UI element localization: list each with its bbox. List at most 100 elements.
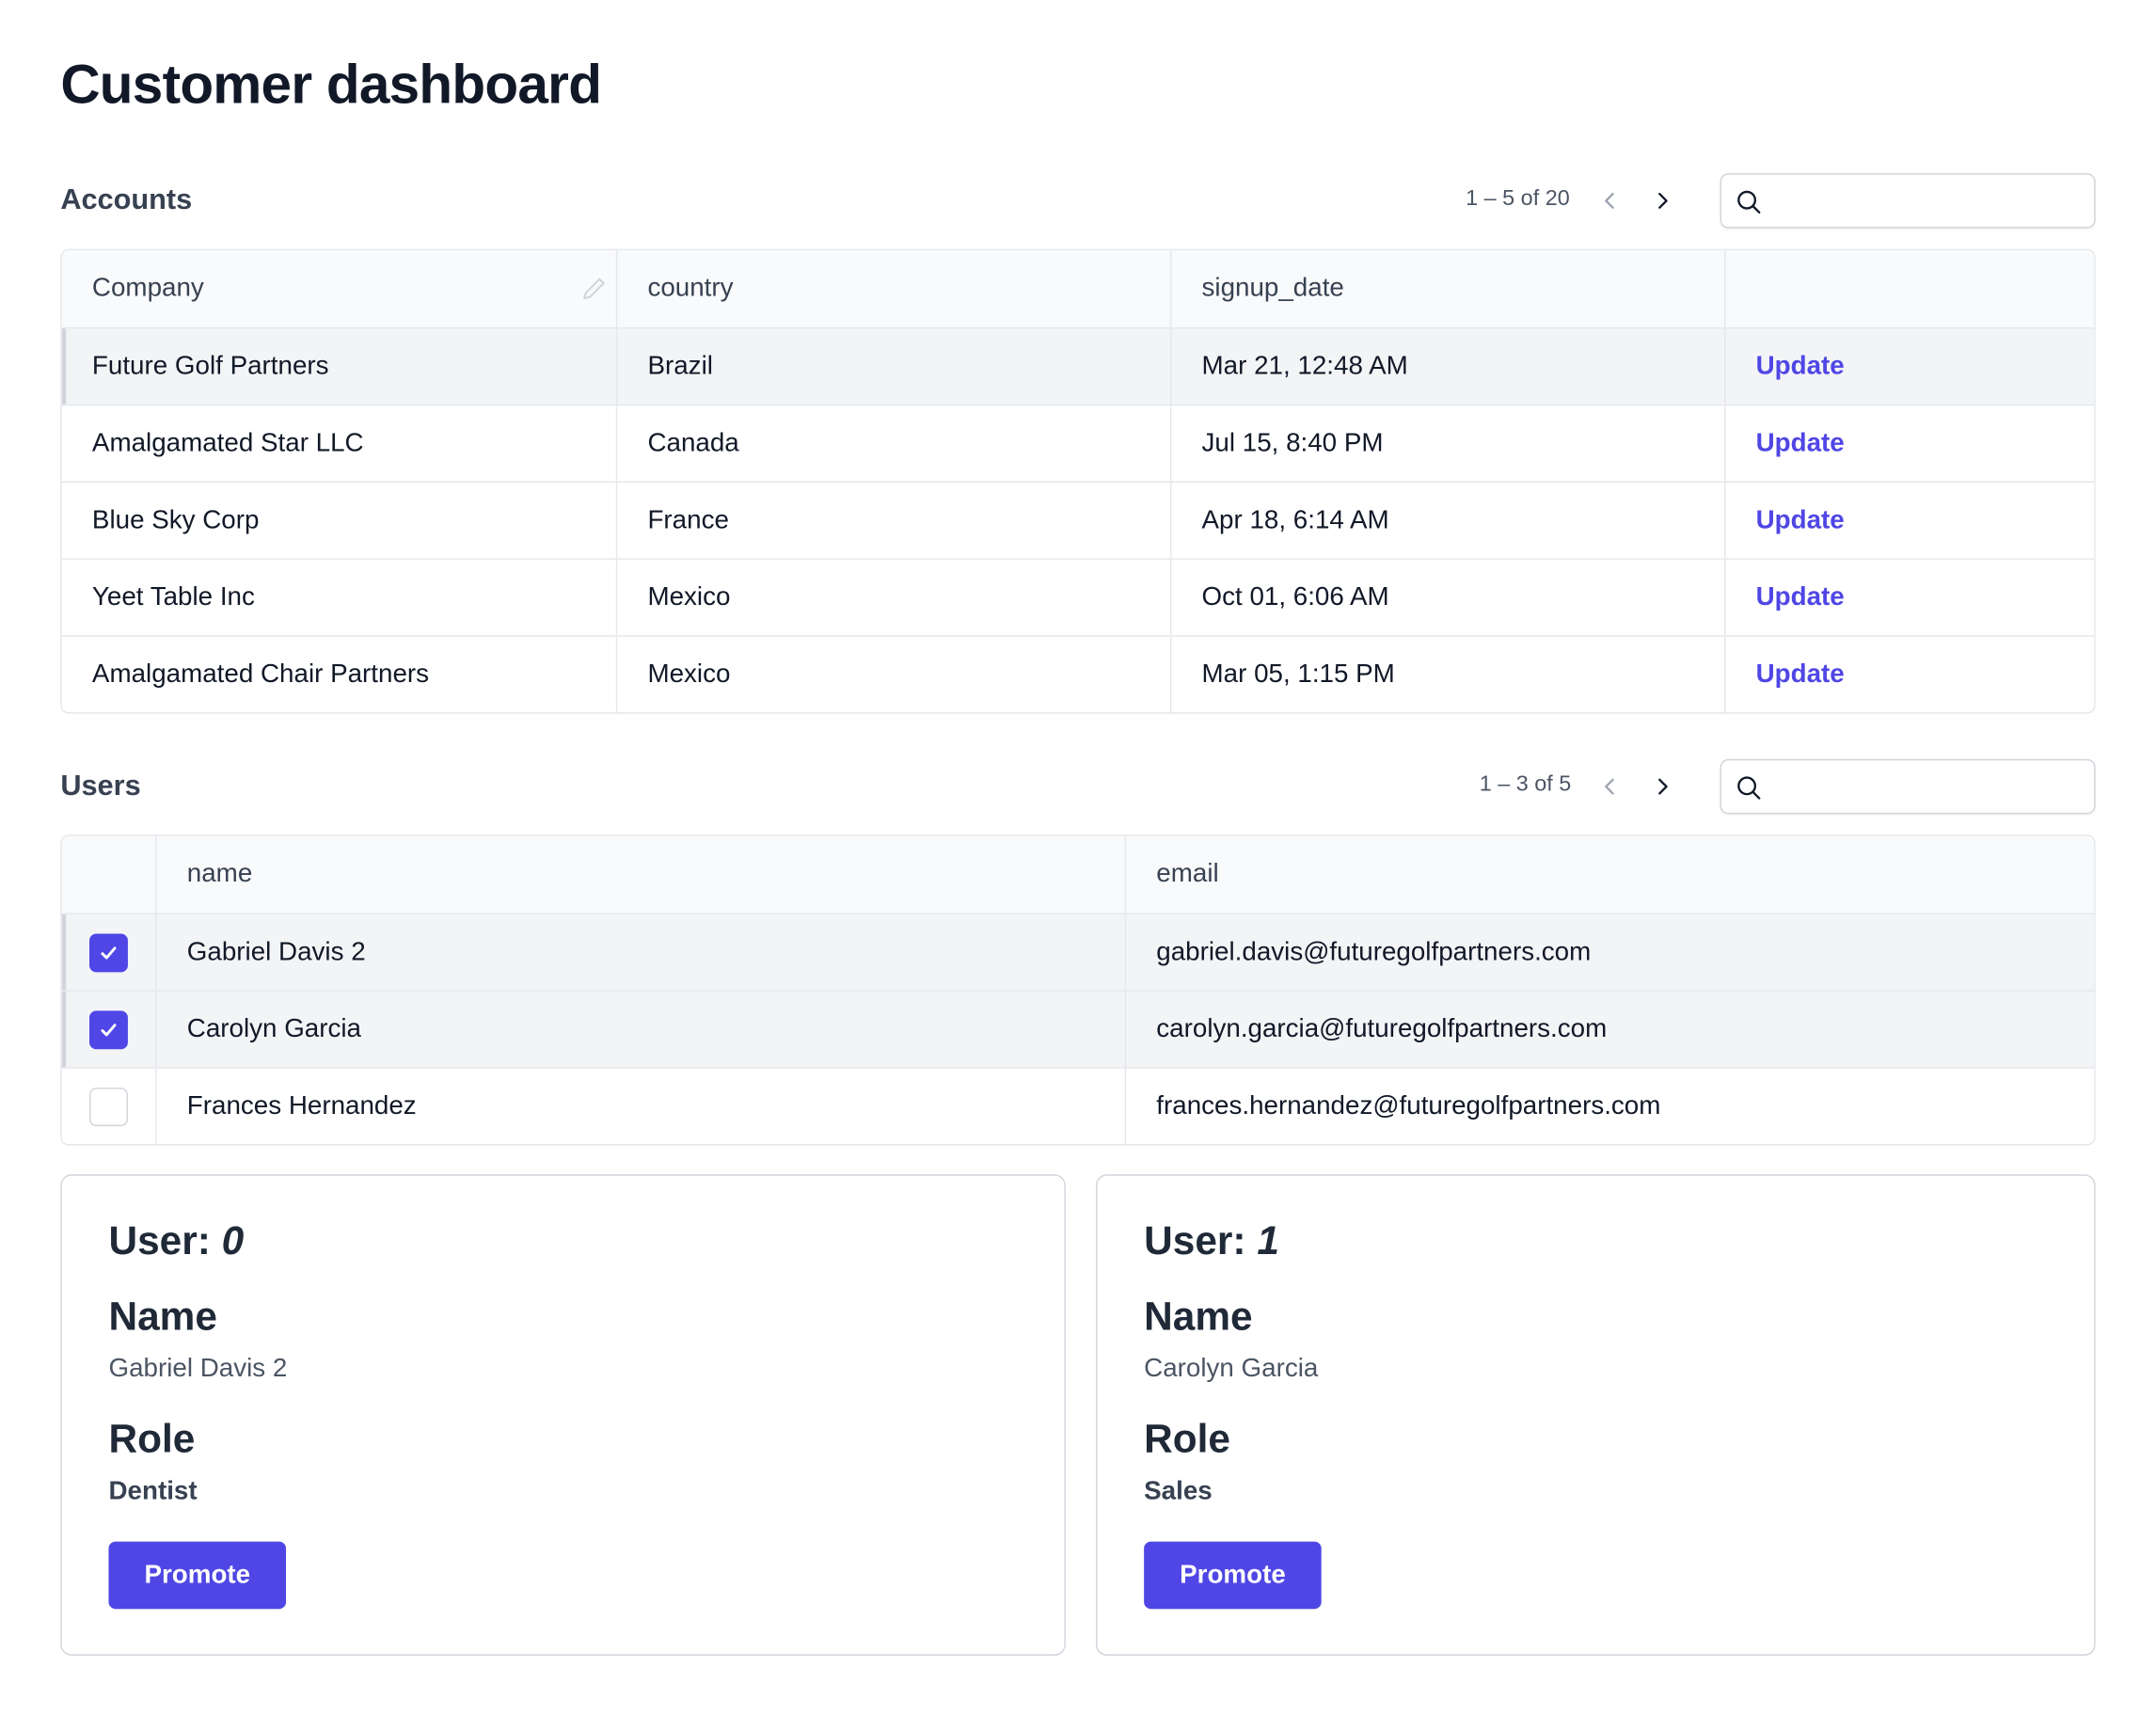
table-row[interactable]: Blue Sky Corp France Apr 18, 6:14 AM Upd… [61,481,2095,559]
column-header-name[interactable]: name [155,835,1124,914]
cell-action: Update [1723,559,2094,636]
cell-company: Amalgamated Star LLC [91,428,364,458]
column-header-label: Company [91,273,204,303]
column-header-actions [1723,250,2094,327]
cell-signup-date: Jul 15, 8:40 PM [1169,405,1724,482]
table-row[interactable]: Carolyn Garcia carolyn.garcia@futuregolf… [61,990,2095,1068]
cell-select [62,992,155,1067]
user-index: 0 [221,1219,245,1264]
row-checkbox[interactable] [89,1087,128,1126]
users-pagination: 1 – 3 of 5 [1479,772,1572,797]
update-link[interactable]: Update [1756,351,1845,381]
cell-country: Brazil [615,328,1170,405]
row-checkbox[interactable] [89,932,128,972]
check-icon [101,945,117,959]
users-table: name email Gabriel Davis 2 gabriel.davis… [60,834,2096,1146]
cell-company: Amalgamated Chair Partners [91,659,430,689]
promote-button[interactable]: Promote [1144,1541,1322,1610]
chevron-right-icon [1658,192,1668,209]
column-header-label: name [186,859,253,889]
accounts-table: Company country signup_date Future Golf … [60,248,2096,714]
search-icon [1737,776,1761,800]
check-icon [101,1023,117,1036]
cell-signup-date: Oct 01, 6:06 AM [1169,559,1724,636]
role-label: Role [108,1418,196,1462]
table-row[interactable]: Future Golf Partners Brazil Mar 21, 12:4… [61,326,2095,405]
user-card: User: 1 Name Carolyn Garcia Role Sales P… [1095,1174,2096,1656]
users-search-input[interactable] [1773,769,2084,805]
update-link[interactable]: Update [1756,428,1845,458]
name-label: Name [108,1295,217,1340]
cell-country: Mexico [615,559,1170,636]
name-label: Name [1144,1295,1253,1340]
table-row[interactable]: Amalgamated Star LLC Canada Jul 15, 8:40… [61,404,2095,482]
user-card-title: User: 1 [1144,1219,1279,1264]
column-header-select [62,836,155,914]
cell-company: Future Golf Partners [91,351,329,381]
cell-action: Update [1723,405,2094,482]
cell-signup-date: Apr 18, 6:14 AM [1169,483,1724,559]
cell-country: France [615,483,1170,559]
cell-signup-date: Mar 21, 12:48 AM [1169,328,1724,405]
pencil-icon[interactable] [580,275,608,302]
user-name-value: Carolyn Garcia [1144,1354,1319,1384]
cell-name: Frances Hernandez [155,1068,1124,1145]
row-checkbox[interactable] [89,1009,128,1049]
cell-company: Blue Sky Corp [91,505,260,534]
search-icon [1737,190,1761,214]
users-next-button[interactable] [1643,768,1682,806]
column-header-company[interactable]: Company [62,250,616,327]
column-header-label: country [647,273,734,303]
users-search-box [1720,758,2096,815]
user-role-value: Sales [1144,1476,1213,1506]
accounts-prev-button[interactable] [1591,182,1629,220]
cell-name: Gabriel Davis 2 [155,914,1124,991]
cell-email: gabriel.davis@futuregolfpartners.com [1124,914,2094,991]
update-link[interactable]: Update [1756,505,1845,535]
cell-name: Carolyn Garcia [155,991,1124,1068]
chevron-left-icon [1605,192,1614,209]
column-header-signup-date[interactable]: signup_date [1169,250,1724,327]
table-header-row: name email [61,835,2095,914]
cell-select [62,914,155,990]
chevron-right-icon [1658,778,1668,795]
dashboard-page: Customer dashboard Accounts 1 – 5 of 20 … [0,0,2156,1716]
chevron-left-icon [1605,778,1614,795]
cell-signup-date: Mar 05, 1:15 PM [1169,636,1724,713]
accounts-title: Accounts [60,183,193,216]
users-prev-button[interactable] [1591,768,1629,806]
table-row[interactable]: Yeet Table Inc Mexico Oct 01, 6:06 AM Up… [61,558,2095,636]
cell-country: Mexico [615,636,1170,713]
role-label: Role [1144,1418,1230,1462]
user-index: 1 [1257,1219,1279,1264]
table-row[interactable]: Gabriel Davis 2 gabriel.davis@futuregolf… [61,913,2095,991]
column-header-country[interactable]: country [615,250,1170,327]
cell-email: carolyn.garcia@futuregolfpartners.com [1124,991,2094,1068]
update-link[interactable]: Update [1756,659,1845,690]
cell-company: Yeet Table Inc [91,582,255,612]
user-name-value: Gabriel Davis 2 [108,1354,288,1384]
user-card: User: 0 Name Gabriel Davis 2 Role Dentis… [60,1174,1066,1656]
cell-action: Update [1723,328,2094,405]
user-role-value: Dentist [108,1476,198,1506]
cell-select [62,1069,155,1144]
table-row[interactable]: Frances Hernandez frances.hernandez@futu… [61,1067,2095,1145]
accounts-pagination: 1 – 5 of 20 [1466,186,1570,211]
cell-action: Update [1723,483,2094,559]
cell-action: Update [1723,636,2094,713]
update-link[interactable]: Update [1756,582,1845,612]
user-card-title: User: 0 [108,1219,245,1264]
users-header: Users 1 – 3 of 5 [60,758,2096,817]
promote-button[interactable]: Promote [108,1541,287,1610]
table-header-row: Company country signup_date [61,250,2095,327]
accounts-header: Accounts 1 – 5 of 20 [60,173,2096,230]
column-header-email[interactable]: email [1124,835,2094,914]
accounts-search-box [1720,173,2096,229]
users-title: Users [60,770,141,802]
column-header-label: signup_date [1201,273,1344,303]
table-row[interactable]: Amalgamated Chair Partners Mexico Mar 05… [61,635,2095,713]
accounts-search-input[interactable] [1773,183,2084,219]
accounts-next-button[interactable] [1643,182,1682,220]
cell-country: Canada [615,405,1170,482]
cell-email: frances.hernandez@futuregolfpartners.com [1124,1068,2094,1145]
